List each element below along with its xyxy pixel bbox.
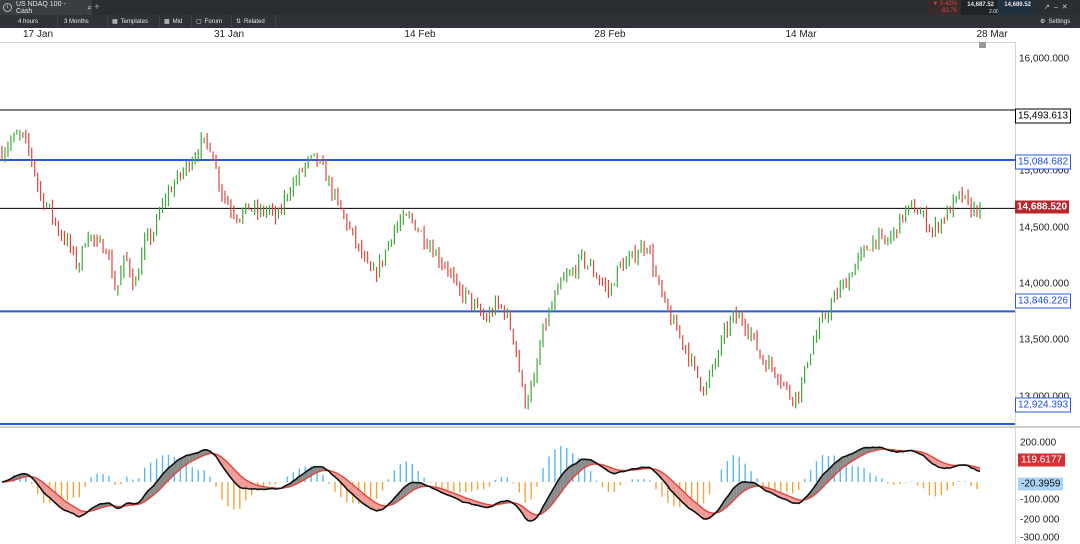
indicator-tick: 200.000 [1020, 437, 1057, 449]
settings-button[interactable]: ⚙ Settings [1036, 15, 1080, 28]
change-percent: ▼ 0.42% [932, 1, 957, 7]
related-label: Related [244, 18, 265, 25]
info-icon: i [3, 3, 12, 12]
templates-icon: ▦ [112, 19, 118, 25]
forum-button[interactable]: ▢ Forum [192, 15, 232, 28]
templates-button[interactable]: ▦ Templates [108, 15, 160, 28]
interval-select[interactable]: 4 hours [0, 15, 58, 28]
change-box: ▼ 0.42% 62.76 [928, 0, 960, 15]
indicator-tick: -100.000 [1020, 494, 1060, 506]
level-tag-support-2: 12,924.393 [1015, 397, 1072, 413]
price-type-label: Mid [172, 18, 183, 25]
add-tab-icon[interactable]: + [94, 2, 100, 13]
bars-icon: ▩ [164, 19, 170, 25]
forum-label: Forum [204, 18, 223, 25]
popout-icon[interactable]: ↗ [1044, 4, 1054, 11]
related-icon: ⇅ [236, 19, 242, 25]
minimize-icon[interactable]: – [1054, 4, 1062, 11]
gear-icon: ⚙ [1040, 19, 1046, 25]
forum-icon: ▢ [196, 19, 202, 25]
price-chart[interactable] [0, 42, 1015, 427]
window-tabbar: i US NDAQ 100 - Cash ⌕ + ▼ 0.42% 62.76 1… [0, 0, 1080, 15]
macd-panel[interactable] [0, 427, 1015, 544]
date-label: 14 Mar [785, 29, 817, 40]
price-tick: 14,000.000 [1019, 278, 1070, 290]
instrument-title: US NDAQ 100 - Cash [15, 0, 66, 15]
macd-value-tag: 119.6177 [1018, 453, 1065, 467]
date-label: 31 Jan [213, 29, 245, 40]
window-controls[interactable]: ↗–✕ [1044, 3, 1072, 11]
signal-line [1, 448, 981, 516]
related-button[interactable]: ⇅ Related [232, 15, 276, 28]
search-icon[interactable]: ⌕ [88, 3, 92, 13]
range-select[interactable]: 3 Months [58, 15, 108, 28]
buy-button[interactable]: 14,689.52 [998, 0, 1034, 15]
price-type-button[interactable]: ▩ Mid [160, 15, 192, 28]
macd-line [1, 446, 981, 522]
lock-icon [979, 42, 986, 48]
templates-label: Templates [120, 18, 149, 25]
indicator-tick: -200 000 [1020, 514, 1060, 526]
range-label: 3 Months [64, 18, 89, 25]
date-label: 28 Mar [976, 29, 1008, 40]
buy-price: 14,689.52 [1004, 2, 1031, 8]
change-points: 62.76 [941, 8, 957, 14]
indicator-tick: -300.000 [1020, 532, 1060, 544]
interval-label: 4 hours [18, 18, 39, 25]
level-tag-resistance-2: 15,084.682 [1015, 154, 1072, 170]
date-label: 17 Jan [22, 29, 54, 40]
histogram-value-tag: -20.3959 [1018, 477, 1064, 491]
current-price-tag: 14,688.520 [1015, 200, 1070, 214]
date-label: 14 Feb [404, 29, 436, 40]
price-tick: 16,000.000 [1019, 53, 1070, 65]
instrument-tab[interactable]: i US NDAQ 100 - Cash ⌕ [0, 0, 92, 15]
sell-price: 14,687.52 [967, 2, 994, 8]
close-icon[interactable]: ✕ [1062, 4, 1072, 11]
price-axis[interactable]: 16,000.000 15,000.000 14,500.000 14,000.… [1015, 42, 1080, 427]
sell-button[interactable]: 14,687.52 2.00 [961, 0, 999, 15]
chart-toolbar: 4 hours 3 Months ▦ Templates ▩ Mid ▢ Forum … [0, 15, 1080, 28]
level-tag-resistance: 15,493.613 [1015, 108, 1072, 124]
level-tag-support: 13,846.226 [1015, 293, 1072, 309]
date-axis: 17 Jan 31 Jan 14 Feb 28 Feb 14 Mar 28 Ma… [0, 28, 1015, 43]
date-label: 28 Feb [594, 29, 626, 40]
price-tick: 13,500.000 [1019, 334, 1070, 346]
change-value: 0.42% [939, 1, 957, 7]
settings-label: Settings [1048, 18, 1071, 25]
price-tick: 14,500.000 [1019, 222, 1070, 234]
